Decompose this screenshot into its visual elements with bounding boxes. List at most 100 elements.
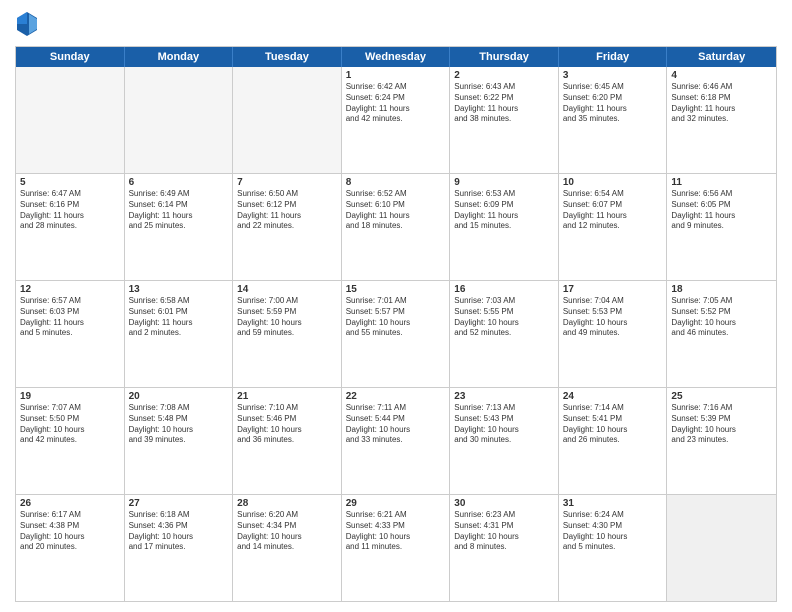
calendar-row: 12Sunrise: 6:57 AM Sunset: 6:03 PM Dayli… (16, 281, 776, 388)
day-number: 26 (20, 498, 120, 509)
day-number: 31 (563, 498, 663, 509)
calendar-cell (16, 67, 125, 173)
calendar-cell: 14Sunrise: 7:00 AM Sunset: 5:59 PM Dayli… (233, 281, 342, 387)
day-number: 13 (129, 284, 229, 295)
calendar-cell: 15Sunrise: 7:01 AM Sunset: 5:57 PM Dayli… (342, 281, 451, 387)
day-number: 21 (237, 391, 337, 402)
day-number: 22 (346, 391, 446, 402)
calendar: SundayMondayTuesdayWednesdayThursdayFrid… (15, 46, 777, 602)
calendar-cell (125, 67, 234, 173)
calendar-cell: 11Sunrise: 6:56 AM Sunset: 6:05 PM Dayli… (667, 174, 776, 280)
day-number: 30 (454, 498, 554, 509)
cell-text: Sunrise: 6:58 AM Sunset: 6:01 PM Dayligh… (129, 296, 229, 339)
calendar-cell: 17Sunrise: 7:04 AM Sunset: 5:53 PM Dayli… (559, 281, 668, 387)
calendar-cell: 6Sunrise: 6:49 AM Sunset: 6:14 PM Daylig… (125, 174, 234, 280)
day-number: 3 (563, 70, 663, 81)
day-number: 6 (129, 177, 229, 188)
cell-text: Sunrise: 6:20 AM Sunset: 4:34 PM Dayligh… (237, 510, 337, 553)
calendar-header: SundayMondayTuesdayWednesdayThursdayFrid… (16, 47, 776, 67)
day-number: 25 (671, 391, 772, 402)
day-number: 24 (563, 391, 663, 402)
day-number: 20 (129, 391, 229, 402)
day-number: 9 (454, 177, 554, 188)
calendar-cell: 29Sunrise: 6:21 AM Sunset: 4:33 PM Dayli… (342, 495, 451, 601)
weekday-header: Sunday (16, 47, 125, 67)
cell-text: Sunrise: 6:21 AM Sunset: 4:33 PM Dayligh… (346, 510, 446, 553)
cell-text: Sunrise: 7:03 AM Sunset: 5:55 PM Dayligh… (454, 296, 554, 339)
day-number: 14 (237, 284, 337, 295)
calendar-cell: 1Sunrise: 6:42 AM Sunset: 6:24 PM Daylig… (342, 67, 451, 173)
day-number: 12 (20, 284, 120, 295)
day-number: 11 (671, 177, 772, 188)
calendar-cell: 12Sunrise: 6:57 AM Sunset: 6:03 PM Dayli… (16, 281, 125, 387)
cell-text: Sunrise: 6:42 AM Sunset: 6:24 PM Dayligh… (346, 82, 446, 125)
cell-text: Sunrise: 6:17 AM Sunset: 4:38 PM Dayligh… (20, 510, 120, 553)
calendar-cell: 16Sunrise: 7:03 AM Sunset: 5:55 PM Dayli… (450, 281, 559, 387)
logo-icon (15, 10, 39, 38)
cell-text: Sunrise: 6:57 AM Sunset: 6:03 PM Dayligh… (20, 296, 120, 339)
cell-text: Sunrise: 6:24 AM Sunset: 4:30 PM Dayligh… (563, 510, 663, 553)
calendar-cell: 18Sunrise: 7:05 AM Sunset: 5:52 PM Dayli… (667, 281, 776, 387)
calendar-cell: 26Sunrise: 6:17 AM Sunset: 4:38 PM Dayli… (16, 495, 125, 601)
day-number: 8 (346, 177, 446, 188)
day-number: 18 (671, 284, 772, 295)
calendar-cell: 28Sunrise: 6:20 AM Sunset: 4:34 PM Dayli… (233, 495, 342, 601)
cell-text: Sunrise: 6:45 AM Sunset: 6:20 PM Dayligh… (563, 82, 663, 125)
cell-text: Sunrise: 7:04 AM Sunset: 5:53 PM Dayligh… (563, 296, 663, 339)
calendar-row: 5Sunrise: 6:47 AM Sunset: 6:16 PM Daylig… (16, 174, 776, 281)
cell-text: Sunrise: 6:18 AM Sunset: 4:36 PM Dayligh… (129, 510, 229, 553)
calendar-cell: 27Sunrise: 6:18 AM Sunset: 4:36 PM Dayli… (125, 495, 234, 601)
day-number: 2 (454, 70, 554, 81)
calendar-cell: 13Sunrise: 6:58 AM Sunset: 6:01 PM Dayli… (125, 281, 234, 387)
page: SundayMondayTuesdayWednesdayThursdayFrid… (0, 0, 792, 612)
cell-text: Sunrise: 6:47 AM Sunset: 6:16 PM Dayligh… (20, 189, 120, 232)
calendar-row: 26Sunrise: 6:17 AM Sunset: 4:38 PM Dayli… (16, 495, 776, 601)
cell-text: Sunrise: 7:08 AM Sunset: 5:48 PM Dayligh… (129, 403, 229, 446)
day-number: 17 (563, 284, 663, 295)
calendar-cell: 31Sunrise: 6:24 AM Sunset: 4:30 PM Dayli… (559, 495, 668, 601)
calendar-row: 1Sunrise: 6:42 AM Sunset: 6:24 PM Daylig… (16, 67, 776, 174)
weekday-header: Wednesday (342, 47, 451, 67)
calendar-body: 1Sunrise: 6:42 AM Sunset: 6:24 PM Daylig… (16, 67, 776, 601)
calendar-cell: 24Sunrise: 7:14 AM Sunset: 5:41 PM Dayli… (559, 388, 668, 494)
cell-text: Sunrise: 7:11 AM Sunset: 5:44 PM Dayligh… (346, 403, 446, 446)
day-number: 1 (346, 70, 446, 81)
cell-text: Sunrise: 7:14 AM Sunset: 5:41 PM Dayligh… (563, 403, 663, 446)
calendar-cell: 2Sunrise: 6:43 AM Sunset: 6:22 PM Daylig… (450, 67, 559, 173)
calendar-cell: 10Sunrise: 6:54 AM Sunset: 6:07 PM Dayli… (559, 174, 668, 280)
calendar-cell: 22Sunrise: 7:11 AM Sunset: 5:44 PM Dayli… (342, 388, 451, 494)
calendar-cell: 9Sunrise: 6:53 AM Sunset: 6:09 PM Daylig… (450, 174, 559, 280)
calendar-cell: 3Sunrise: 6:45 AM Sunset: 6:20 PM Daylig… (559, 67, 668, 173)
cell-text: Sunrise: 6:49 AM Sunset: 6:14 PM Dayligh… (129, 189, 229, 232)
cell-text: Sunrise: 6:23 AM Sunset: 4:31 PM Dayligh… (454, 510, 554, 553)
calendar-cell: 20Sunrise: 7:08 AM Sunset: 5:48 PM Dayli… (125, 388, 234, 494)
weekday-header: Friday (559, 47, 668, 67)
weekday-header: Tuesday (233, 47, 342, 67)
day-number: 28 (237, 498, 337, 509)
cell-text: Sunrise: 6:56 AM Sunset: 6:05 PM Dayligh… (671, 189, 772, 232)
calendar-cell: 25Sunrise: 7:16 AM Sunset: 5:39 PM Dayli… (667, 388, 776, 494)
cell-text: Sunrise: 7:00 AM Sunset: 5:59 PM Dayligh… (237, 296, 337, 339)
calendar-row: 19Sunrise: 7:07 AM Sunset: 5:50 PM Dayli… (16, 388, 776, 495)
day-number: 27 (129, 498, 229, 509)
calendar-cell: 5Sunrise: 6:47 AM Sunset: 6:16 PM Daylig… (16, 174, 125, 280)
cell-text: Sunrise: 6:43 AM Sunset: 6:22 PM Dayligh… (454, 82, 554, 125)
cell-text: Sunrise: 7:07 AM Sunset: 5:50 PM Dayligh… (20, 403, 120, 446)
day-number: 16 (454, 284, 554, 295)
weekday-header: Monday (125, 47, 234, 67)
cell-text: Sunrise: 7:16 AM Sunset: 5:39 PM Dayligh… (671, 403, 772, 446)
day-number: 19 (20, 391, 120, 402)
cell-text: Sunrise: 6:52 AM Sunset: 6:10 PM Dayligh… (346, 189, 446, 232)
calendar-cell (667, 495, 776, 601)
day-number: 29 (346, 498, 446, 509)
calendar-cell: 30Sunrise: 6:23 AM Sunset: 4:31 PM Dayli… (450, 495, 559, 601)
day-number: 7 (237, 177, 337, 188)
weekday-header: Thursday (450, 47, 559, 67)
calendar-cell (233, 67, 342, 173)
calendar-cell: 23Sunrise: 7:13 AM Sunset: 5:43 PM Dayli… (450, 388, 559, 494)
cell-text: Sunrise: 7:01 AM Sunset: 5:57 PM Dayligh… (346, 296, 446, 339)
cell-text: Sunrise: 6:54 AM Sunset: 6:07 PM Dayligh… (563, 189, 663, 232)
calendar-cell: 21Sunrise: 7:10 AM Sunset: 5:46 PM Dayli… (233, 388, 342, 494)
day-number: 4 (671, 70, 772, 81)
weekday-header: Saturday (667, 47, 776, 67)
